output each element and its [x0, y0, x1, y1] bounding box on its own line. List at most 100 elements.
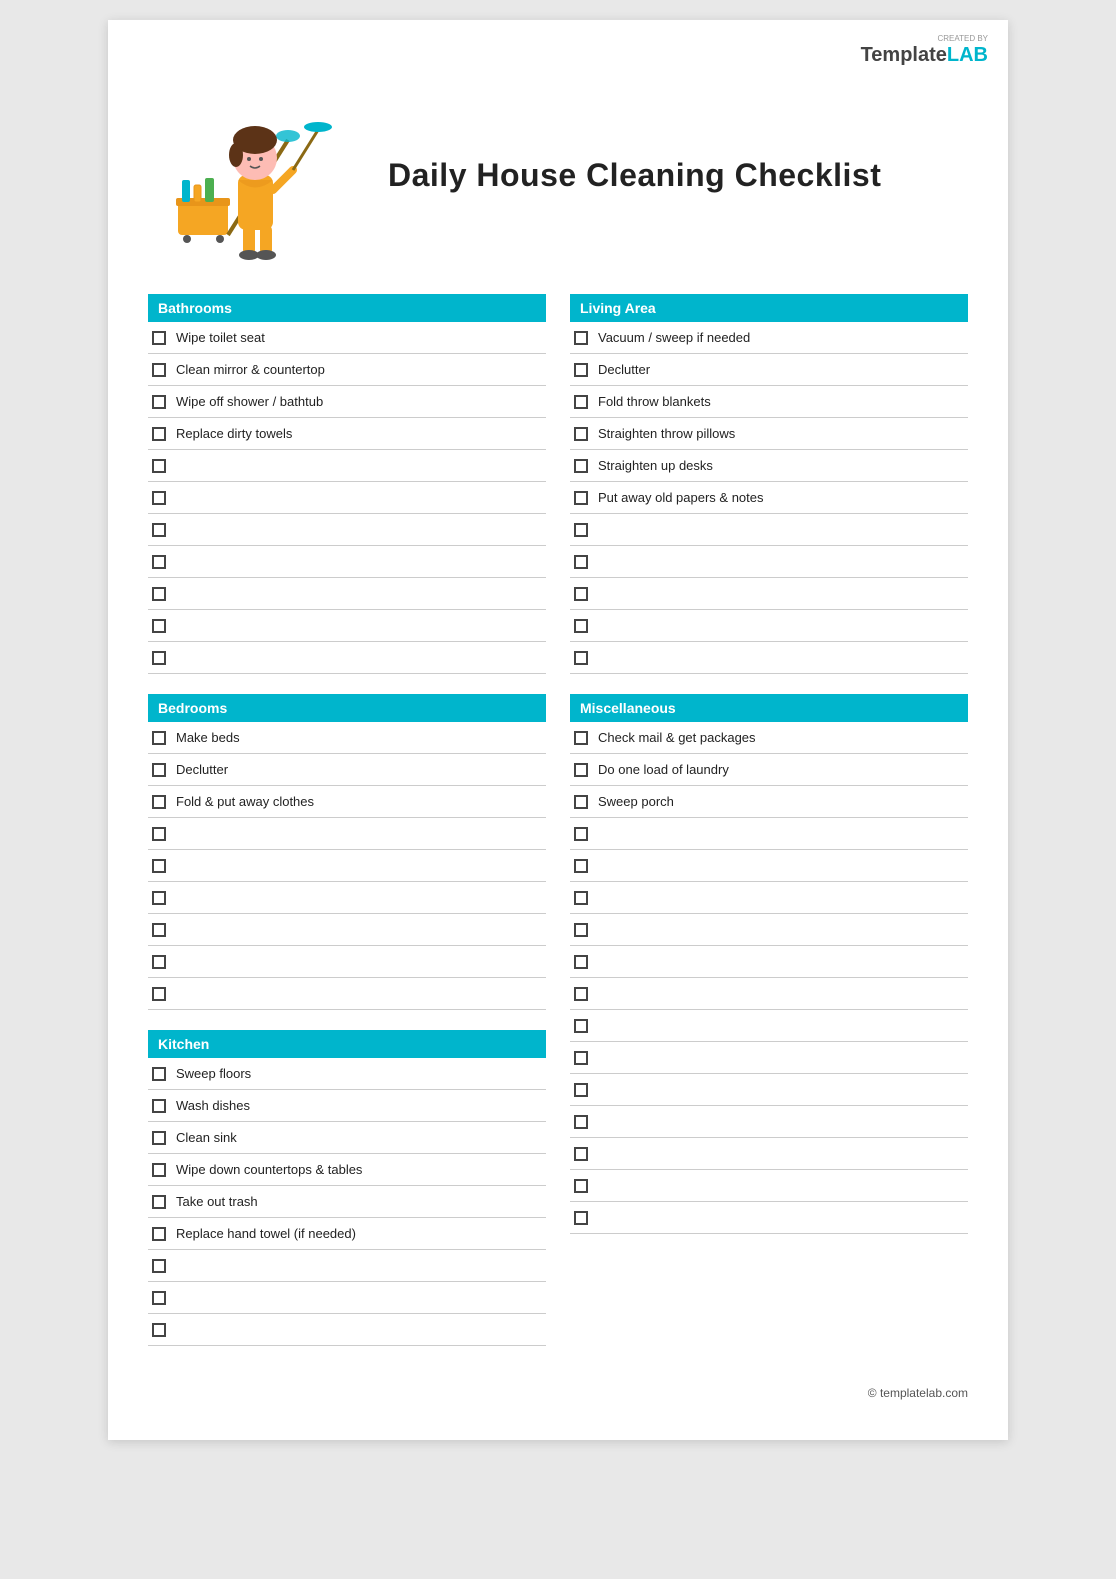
checkbox[interactable] [152, 1259, 166, 1273]
section-header: Miscellaneous [570, 694, 968, 722]
footer: © templatelab.com [148, 1386, 968, 1400]
checklist-item [148, 610, 546, 642]
checkbox[interactable] [574, 459, 588, 473]
checkbox[interactable] [152, 859, 166, 873]
checkbox[interactable] [574, 1019, 588, 1033]
checkbox[interactable] [152, 587, 166, 601]
checkbox[interactable] [574, 955, 588, 969]
checkbox[interactable] [574, 619, 588, 633]
checkbox[interactable] [574, 1115, 588, 1129]
checkbox[interactable] [152, 731, 166, 745]
checklist-item: Do one load of laundry [570, 754, 968, 786]
checkbox[interactable] [152, 1067, 166, 1081]
cleaning-illustration [148, 80, 348, 270]
checkbox[interactable] [574, 331, 588, 345]
checkbox[interactable] [574, 731, 588, 745]
checkbox[interactable] [152, 795, 166, 809]
checklist-item [148, 450, 546, 482]
section-header: Living Area [570, 294, 968, 322]
checkbox[interactable] [152, 651, 166, 665]
checklist-item [148, 546, 546, 578]
checkbox[interactable] [574, 1147, 588, 1161]
checklist-item: Wash dishes [148, 1090, 546, 1122]
section-kitchen: KitchenSweep floorsWash dishesClean sink… [148, 1030, 546, 1346]
checkbox[interactable] [152, 827, 166, 841]
checkbox[interactable] [574, 491, 588, 505]
checkbox[interactable] [574, 651, 588, 665]
checkbox[interactable] [574, 1051, 588, 1065]
checkbox[interactable] [574, 859, 588, 873]
checkbox[interactable] [574, 1179, 588, 1193]
checkbox[interactable] [574, 891, 588, 905]
checklist-item [570, 818, 968, 850]
checklist-item: Make beds [148, 722, 546, 754]
checklist-item: Take out trash [148, 1186, 546, 1218]
checklist-item [148, 514, 546, 546]
checkbox[interactable] [574, 987, 588, 1001]
checkbox[interactable] [152, 619, 166, 633]
checkbox[interactable] [574, 587, 588, 601]
checkbox[interactable] [152, 955, 166, 969]
checkbox[interactable] [574, 523, 588, 537]
item-text: Vacuum / sweep if needed [598, 330, 750, 345]
checkbox[interactable] [152, 1323, 166, 1337]
checkbox[interactable] [574, 795, 588, 809]
checkbox[interactable] [152, 523, 166, 537]
checkbox[interactable] [574, 363, 588, 377]
checklist-item [570, 850, 968, 882]
checkbox[interactable] [152, 923, 166, 937]
item-text: Fold throw blankets [598, 394, 711, 409]
checkbox[interactable] [574, 1211, 588, 1225]
checklist-item [570, 514, 968, 546]
checkbox[interactable] [152, 459, 166, 473]
checklist-item [570, 1138, 968, 1170]
checklist-item: Check mail & get packages [570, 722, 968, 754]
checkbox[interactable] [152, 1131, 166, 1145]
checklist-item: Sweep floors [148, 1058, 546, 1090]
checkbox[interactable] [152, 1291, 166, 1305]
item-text: Wash dishes [176, 1098, 250, 1113]
created-by-label: CREATED BY [861, 34, 988, 43]
checkbox[interactable] [152, 363, 166, 377]
checklist-item: Declutter [570, 354, 968, 386]
item-text: Sweep porch [598, 794, 674, 809]
item-text: Declutter [598, 362, 650, 377]
checklist-item [148, 642, 546, 674]
checkbox[interactable] [152, 555, 166, 569]
checkbox[interactable] [574, 827, 588, 841]
checklist-item: Put away old papers & notes [570, 482, 968, 514]
item-text: Straighten up desks [598, 458, 713, 473]
checkbox[interactable] [152, 987, 166, 1001]
checklist-item: Straighten up desks [570, 450, 968, 482]
checkbox[interactable] [152, 1099, 166, 1113]
checklist-item [570, 642, 968, 674]
section-miscellaneous: MiscellaneousCheck mail & get packagesDo… [570, 694, 968, 1234]
checklist-item [570, 1042, 968, 1074]
checklist-item: Sweep porch [570, 786, 968, 818]
item-text: Take out trash [176, 1194, 258, 1209]
checklist-item [148, 1250, 546, 1282]
checkbox[interactable] [152, 1195, 166, 1209]
checklist-item [148, 1282, 546, 1314]
checklist-item [148, 882, 546, 914]
checkbox[interactable] [574, 1083, 588, 1097]
checkbox[interactable] [574, 923, 588, 937]
checklist-item [570, 946, 968, 978]
checkbox[interactable] [152, 331, 166, 345]
item-text: Straighten throw pillows [598, 426, 735, 441]
checklist-item [148, 818, 546, 850]
item-text: Make beds [176, 730, 240, 745]
checkbox[interactable] [152, 1227, 166, 1241]
checkbox[interactable] [152, 427, 166, 441]
checkbox[interactable] [574, 427, 588, 441]
logo-template-part: Template [861, 44, 947, 66]
checkbox[interactable] [152, 1163, 166, 1177]
checkbox[interactable] [574, 763, 588, 777]
checkbox[interactable] [152, 763, 166, 777]
checkbox[interactable] [574, 555, 588, 569]
checklist-item: Wipe toilet seat [148, 322, 546, 354]
checkbox[interactable] [574, 395, 588, 409]
checkbox[interactable] [152, 891, 166, 905]
checkbox[interactable] [152, 491, 166, 505]
checkbox[interactable] [152, 395, 166, 409]
